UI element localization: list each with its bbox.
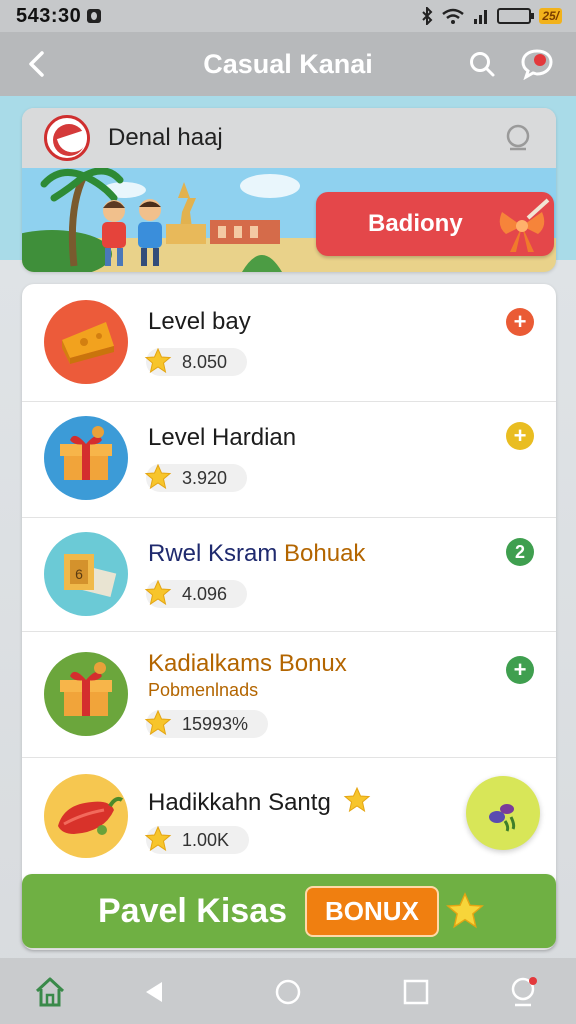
banner-cta-button[interactable]: Badiony — [316, 192, 554, 256]
svg-text:6: 6 — [75, 566, 83, 582]
item-title-text: Hadikkahn Santg — [148, 789, 331, 816]
add-button[interactable]: + — [506, 308, 534, 336]
berries-icon — [489, 804, 516, 832]
list-item[interactable]: Level Hardian 3.920 + — [22, 402, 556, 518]
wifi-icon — [442, 8, 465, 24]
item-score: 1.00K — [182, 829, 230, 850]
star-icon — [144, 825, 172, 852]
item-score: 8.050 — [182, 351, 228, 372]
item-title: Kadialkams Bonux — [148, 650, 347, 677]
add-button[interactable]: + — [506, 656, 534, 684]
item-subtitle: Pobmenlnads — [148, 680, 259, 700]
score-pill: 4.096 — [144, 579, 248, 608]
bluetooth-icon — [422, 7, 433, 25]
floating-action-button[interactable] — [466, 776, 540, 850]
square-icon — [403, 979, 429, 1005]
brand-logo-icon — [44, 115, 90, 161]
back-triangle-icon — [146, 982, 162, 1002]
status-bar: 543:30 25/ — [0, 0, 576, 32]
page-title: Casual Kanai — [203, 48, 373, 79]
bonus-banner[interactable]: Pavel Kisas BONUX — [22, 874, 556, 948]
level-badge-button[interactable]: 2 — [506, 538, 534, 566]
chili-pepper-icon — [44, 774, 128, 858]
search-icon[interactable] — [502, 122, 534, 154]
star-icon — [144, 709, 172, 736]
navigation-bar — [0, 958, 576, 1024]
star-icon — [445, 892, 484, 929]
status-time: 543:30 — [16, 4, 82, 27]
banner-cta-label: Badiony — [368, 210, 463, 237]
search-button[interactable] — [462, 44, 502, 84]
list-item[interactable]: Level bay 8.050 + — [22, 284, 556, 402]
item-score: 15993% — [182, 713, 249, 734]
home-icon — [35, 977, 65, 1007]
item-title: Level Hardian — [148, 424, 297, 451]
item-title: Rwel Ksram Bohuak — [148, 540, 365, 568]
chat-bubble-icon — [521, 49, 553, 80]
nav-recents[interactable] — [398, 974, 434, 1010]
star-icon — [144, 347, 172, 374]
signal-icon — [474, 10, 488, 24]
chevron-left-icon — [29, 51, 44, 77]
list-item[interactable]: 6 Rwel Ksram Bohuak 4.096 2 — [22, 518, 556, 632]
brand-name: Denal haaj — [108, 124, 223, 151]
header-card: Denal haaj Badiony — [22, 108, 556, 272]
bonus-banner-text: Pavel Kisas — [98, 891, 288, 930]
search-icon — [470, 52, 495, 77]
item-title-part: Rwel Ksram — [148, 540, 285, 567]
nav-assistant[interactable] — [506, 974, 542, 1010]
item-title: Hadikkahn Santg — [148, 786, 371, 817]
app-bar: Casual Kanai — [0, 32, 576, 96]
star-icon — [144, 579, 172, 606]
assistant-icon — [511, 977, 537, 1007]
nav-home[interactable] — [32, 974, 68, 1010]
battery-badge: 25/ — [539, 8, 562, 24]
score-pill: 1.00K — [144, 825, 250, 854]
star-icon — [144, 463, 172, 490]
score-pill: 15993% — [144, 709, 269, 738]
item-score: 4.096 — [182, 583, 228, 604]
item-score: 3.920 — [182, 467, 228, 488]
add-button[interactable]: + — [506, 422, 534, 450]
nav-back[interactable] — [136, 974, 172, 1010]
nav-home-circle[interactable] — [270, 974, 306, 1010]
star-icon — [344, 786, 371, 813]
score-pill: 8.050 — [144, 347, 248, 376]
score-pill: 3.920 — [144, 463, 248, 492]
gift-bow-icon — [499, 198, 550, 252]
brand-bar: Denal haaj — [22, 108, 556, 168]
levels-list: Level bay 8.050 + Level Hardian 3.920 + … — [22, 284, 556, 950]
item-title: Level bay — [148, 308, 251, 335]
list-item[interactable]: Kadialkams Bonux Pobmenlnads 15993% + — [22, 632, 556, 758]
notification-icon — [87, 9, 102, 23]
back-button[interactable] — [18, 46, 54, 82]
money-icon: 6 — [44, 532, 128, 616]
circle-icon — [275, 979, 301, 1005]
messages-button[interactable] — [516, 44, 558, 84]
gift-box-icon — [44, 416, 128, 500]
item-title-highlight: Bohuak — [284, 540, 366, 567]
bonus-badge[interactable]: BONUX — [305, 885, 439, 937]
cheese-icon — [44, 300, 128, 384]
battery-icon — [497, 8, 535, 24]
gift-box-icon — [44, 652, 128, 736]
